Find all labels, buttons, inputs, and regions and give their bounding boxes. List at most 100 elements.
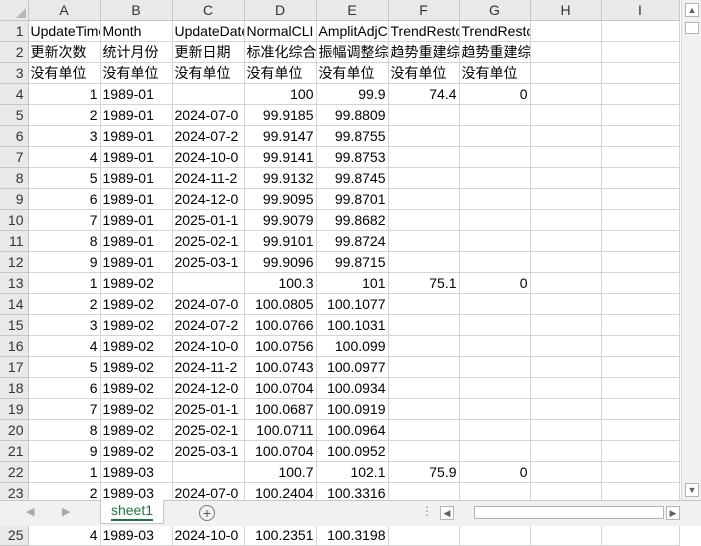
cell-g25[interactable] — [459, 524, 531, 546]
row-header[interactable]: 10 — [0, 209, 29, 231]
cell-i20[interactable] — [601, 419, 680, 441]
cell-f14[interactable] — [388, 293, 460, 315]
cell-g5[interactable] — [459, 104, 531, 126]
cell-i6[interactable] — [601, 125, 680, 147]
cell-e6[interactable]: 99.8755 — [316, 125, 389, 147]
select-all-corner[interactable] — [0, 0, 29, 21]
cell-i25[interactable] — [601, 524, 680, 546]
cell-a15[interactable]: 3 — [28, 314, 101, 336]
cell-h9[interactable] — [530, 188, 602, 210]
cell-e4[interactable]: 99.9 — [316, 83, 389, 105]
cell-a16[interactable]: 4 — [28, 335, 101, 357]
cell-a22[interactable]: 1 — [28, 461, 101, 483]
row-header[interactable]: 20 — [0, 419, 29, 441]
cell-d9[interactable]: 99.9095 — [244, 188, 317, 210]
row-header[interactable]: 1 — [0, 20, 29, 42]
row-header[interactable]: 4 — [0, 83, 29, 105]
cell-h16[interactable] — [530, 335, 602, 357]
cell-b16[interactable]: 1989-02 — [100, 335, 173, 357]
cell-f20[interactable] — [388, 419, 460, 441]
cell-b11[interactable]: 1989-01 — [100, 230, 173, 252]
cell-g18[interactable] — [459, 377, 531, 399]
cell-d4[interactable]: 100 — [244, 83, 317, 105]
cell-e25[interactable]: 100.3198 — [316, 524, 389, 546]
cell-f10[interactable] — [388, 209, 460, 231]
cell-d3[interactable]: 没有单位 — [244, 62, 317, 84]
cell-f1[interactable]: TrendRestoredCLI — [388, 20, 460, 42]
cell-e19[interactable]: 100.0919 — [316, 398, 389, 420]
cell-g22[interactable]: 0 — [459, 461, 531, 483]
cell-f2[interactable]: 趋势重建综合领先指标 — [388, 41, 460, 63]
cell-c10[interactable]: 2025-01-1 — [172, 209, 245, 231]
row-header[interactable]: 6 — [0, 125, 29, 147]
cell-c21[interactable]: 2025-03-1 — [172, 440, 245, 462]
horizontal-scroll-thumb[interactable] — [474, 506, 664, 519]
cell-c12[interactable]: 2025-03-1 — [172, 251, 245, 273]
row-header[interactable]: 5 — [0, 104, 29, 126]
cell-h8[interactable] — [530, 167, 602, 189]
cell-f22[interactable]: 75.9 — [388, 461, 460, 483]
row-header[interactable]: 22 — [0, 461, 29, 483]
cell-h11[interactable] — [530, 230, 602, 252]
cell-d15[interactable]: 100.0766 — [244, 314, 317, 336]
cell-c11[interactable]: 2025-02-1 — [172, 230, 245, 252]
cell-h18[interactable] — [530, 377, 602, 399]
cell-a5[interactable]: 2 — [28, 104, 101, 126]
cell-f11[interactable] — [388, 230, 460, 252]
cell-i18[interactable] — [601, 377, 680, 399]
cell-b22[interactable]: 1989-03 — [100, 461, 173, 483]
horizontal-scrollbar[interactable]: ◀ ▶ — [440, 505, 680, 521]
cell-c5[interactable]: 2024-07-0 — [172, 104, 245, 126]
add-sheet-icon[interactable]: + — [199, 505, 215, 521]
cell-c8[interactable]: 2024-11-2 — [172, 167, 245, 189]
cell-d16[interactable]: 100.0756 — [244, 335, 317, 357]
cell-e20[interactable]: 100.0964 — [316, 419, 389, 441]
cell-e18[interactable]: 100.0934 — [316, 377, 389, 399]
cell-e22[interactable]: 102.1 — [316, 461, 389, 483]
cell-a19[interactable]: 7 — [28, 398, 101, 420]
cell-i2[interactable] — [601, 41, 680, 63]
cell-c20[interactable]: 2025-02-1 — [172, 419, 245, 441]
cell-d12[interactable]: 99.9096 — [244, 251, 317, 273]
cell-d5[interactable]: 99.9185 — [244, 104, 317, 126]
cell-f6[interactable] — [388, 125, 460, 147]
cell-c16[interactable]: 2024-10-0 — [172, 335, 245, 357]
cell-h4[interactable] — [530, 83, 602, 105]
cell-e13[interactable]: 101 — [316, 272, 389, 294]
column-header-c[interactable]: C — [172, 0, 245, 21]
cell-f8[interactable] — [388, 167, 460, 189]
cell-h7[interactable] — [530, 146, 602, 168]
cell-g1[interactable]: TrendRestorChgRateCLI — [459, 20, 531, 42]
row-header[interactable]: 7 — [0, 146, 29, 168]
cell-h20[interactable] — [530, 419, 602, 441]
cell-g4[interactable]: 0 — [459, 83, 531, 105]
cell-f12[interactable] — [388, 251, 460, 273]
column-header-h[interactable]: H — [530, 0, 602, 21]
row-header[interactable]: 21 — [0, 440, 29, 462]
cell-g16[interactable] — [459, 335, 531, 357]
cell-a11[interactable]: 8 — [28, 230, 101, 252]
cell-b2[interactable]: 统计月份 — [100, 41, 173, 63]
cell-d6[interactable]: 99.9147 — [244, 125, 317, 147]
cell-g17[interactable] — [459, 356, 531, 378]
cell-b17[interactable]: 1989-02 — [100, 356, 173, 378]
cell-b12[interactable]: 1989-01 — [100, 251, 173, 273]
cell-i16[interactable] — [601, 335, 680, 357]
cell-h6[interactable] — [530, 125, 602, 147]
cell-e10[interactable]: 99.8682 — [316, 209, 389, 231]
cell-e11[interactable]: 99.8724 — [316, 230, 389, 252]
scroll-right-icon[interactable]: ▶ — [666, 506, 680, 520]
scroll-up-icon[interactable]: ▲ — [685, 3, 699, 17]
row-header[interactable]: 25 — [0, 524, 29, 546]
cell-a6[interactable]: 3 — [28, 125, 101, 147]
cell-e21[interactable]: 100.0952 — [316, 440, 389, 462]
cell-d8[interactable]: 99.9132 — [244, 167, 317, 189]
cell-b6[interactable]: 1989-01 — [100, 125, 173, 147]
cell-e17[interactable]: 100.0977 — [316, 356, 389, 378]
cell-e16[interactable]: 100.099 — [316, 335, 389, 357]
cell-g7[interactable] — [459, 146, 531, 168]
cell-a2[interactable]: 更新次数 — [28, 41, 101, 63]
cell-d1[interactable]: NormalCLI — [244, 20, 317, 42]
cell-e14[interactable]: 100.1077 — [316, 293, 389, 315]
row-header[interactable]: 11 — [0, 230, 29, 252]
